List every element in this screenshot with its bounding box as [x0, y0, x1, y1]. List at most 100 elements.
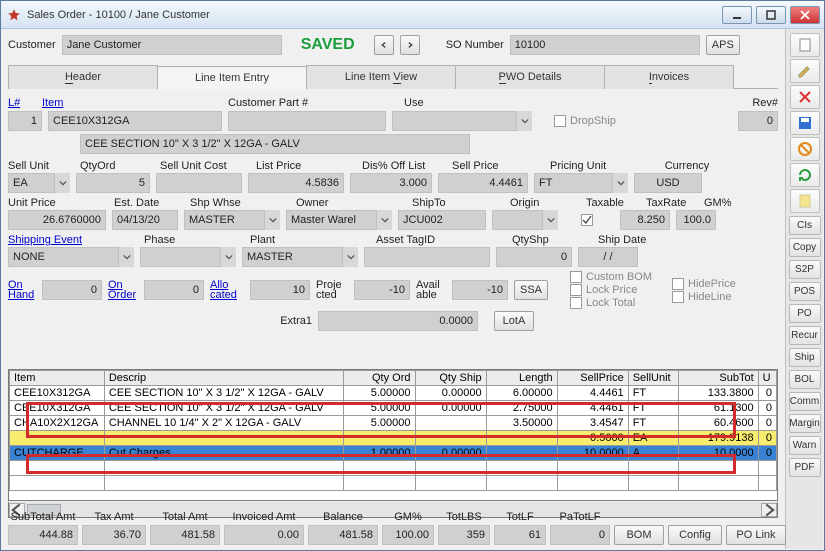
new-icon[interactable] — [790, 33, 820, 57]
side-warn[interactable]: Warn — [789, 436, 821, 455]
config-button[interactable]: Config — [668, 525, 722, 545]
tab-line-item-view[interactable]: Line Item View — [306, 65, 456, 89]
table-row[interactable]: CHA10X2X12GACHANNEL 10 1/4" X 2" X 12GA … — [10, 416, 777, 431]
plant-dd[interactable]: MASTER — [242, 247, 358, 267]
cpart-field[interactable] — [228, 111, 386, 131]
alloc-link[interactable]: Allo cated — [210, 280, 244, 300]
delete-icon[interactable] — [790, 85, 820, 109]
col-su[interactable]: SellUnit — [628, 371, 679, 386]
lnum-link[interactable]: L# — [8, 97, 20, 109]
line-items-grid[interactable]: Item Descrip Qty Ord Qty Ship Length Sel… — [8, 369, 778, 501]
side-copy[interactable]: Copy — [789, 238, 821, 257]
save-icon[interactable] — [790, 111, 820, 135]
side-comm[interactable]: Comm — [789, 392, 821, 411]
item-link[interactable]: Item — [42, 97, 63, 109]
owner-dd[interactable]: Master Warel — [286, 210, 392, 230]
col-len[interactable]: Length — [486, 371, 557, 386]
so-field[interactable]: 10100 — [510, 35, 700, 55]
table-row[interactable]: CEE10X312GACEE SECTION 10" X 3 1/2" X 12… — [10, 386, 777, 401]
locktotal-check[interactable]: Lock Total — [570, 297, 652, 309]
use-dropdown[interactable] — [392, 111, 532, 131]
phase-dd[interactable] — [140, 247, 236, 267]
curr-field[interactable]: USD — [634, 173, 702, 193]
col-u[interactable]: U — [758, 371, 776, 386]
desc-field[interactable]: CEE SECTION 10" X 3 1/2" X 12GA - GALV — [80, 134, 470, 154]
taxable-check[interactable] — [564, 214, 614, 226]
tax-label: Taxable — [586, 197, 624, 209]
origin-dd[interactable] — [492, 210, 558, 230]
qtyshp-field[interactable]: 0 — [496, 247, 572, 267]
side-cis[interactable]: CIs — [789, 216, 821, 235]
shevent-link[interactable]: Shipping Event — [8, 234, 82, 246]
punit-dd[interactable]: FT — [534, 173, 628, 193]
whse-label: Shp Whse — [190, 197, 241, 209]
col-qship[interactable]: Qty Ship — [415, 371, 486, 386]
extra-field[interactable]: 0.0000 — [318, 311, 478, 331]
shipto-field[interactable]: JCU002 — [398, 210, 486, 230]
onhand-link[interactable]: On Hand — [8, 280, 36, 300]
so-label: SO Number — [446, 39, 504, 51]
shevent-dd[interactable]: NONE — [8, 247, 134, 267]
customer-field[interactable]: Jane Customer — [62, 35, 282, 55]
dropship-check[interactable]: DropShip — [554, 115, 616, 127]
whse-dd[interactable]: MASTER — [184, 210, 280, 230]
item-field[interactable]: CEE10X312GA — [48, 111, 222, 131]
gm-label: GM% — [704, 197, 732, 209]
table-row[interactable]: CEE10X312GACEE SECTION 10" X 3 1/2" X 12… — [10, 401, 777, 416]
tab-header[interactable]: Header — [8, 65, 158, 89]
col-desc[interactable]: Descrip — [104, 371, 344, 386]
shipdate-field[interactable]: / / — [578, 247, 638, 267]
asset-field[interactable] — [364, 247, 490, 267]
polink-button[interactable]: PO Link — [726, 525, 786, 545]
onorder-link[interactable]: On Order — [108, 280, 138, 300]
gm-field[interactable]: 100.0 — [676, 210, 716, 230]
edit-icon[interactable] — [790, 59, 820, 83]
note-icon[interactable] — [790, 189, 820, 213]
lnum-field[interactable]: 1 — [8, 111, 42, 131]
col-sp[interactable]: SellPrice — [557, 371, 628, 386]
sellprice-field[interactable]: 4.4461 — [438, 173, 528, 193]
table-row[interactable]: CUTCHARGECut Charges1.000000.0000010.000… — [10, 446, 777, 461]
qtyord-field[interactable]: 5 — [76, 173, 150, 193]
aps-button[interactable]: APS — [706, 35, 740, 55]
custombom-check[interactable]: Custom BOM — [570, 271, 652, 283]
rate-field[interactable]: 8.250 — [620, 210, 670, 230]
tab-pwo-details[interactable]: PWO Details — [455, 65, 605, 89]
ssa-button[interactable]: SSA — [514, 280, 548, 300]
close-button[interactable] — [790, 6, 820, 24]
tot-val: 481.58 — [150, 525, 220, 545]
cancel-icon[interactable] — [790, 137, 820, 161]
edate-field[interactable]: 04/13/20 — [112, 210, 178, 230]
minimize-button[interactable] — [722, 6, 752, 24]
tab-invoices[interactable]: Invoices — [604, 65, 734, 89]
table-row[interactable]: 0.5000EA179.91380 — [10, 431, 777, 446]
side-margin[interactable]: Margin — [789, 414, 821, 433]
lockprice-check[interactable]: Lock Price — [570, 284, 652, 296]
col-qord[interactable]: Qty Ord — [344, 371, 415, 386]
disc-field[interactable]: 3.000 — [350, 173, 432, 193]
side-ship[interactable]: Ship — [789, 348, 821, 367]
col-sub[interactable]: SubTot — [679, 371, 758, 386]
side-po[interactable]: PO — [789, 304, 821, 323]
tab-line-item-entry[interactable]: Line Item Entry — [157, 66, 307, 90]
bom-button[interactable]: BOM — [614, 525, 664, 545]
side-bol[interactable]: BOL — [789, 370, 821, 389]
uprice-field[interactable]: 26.6760000 — [8, 210, 106, 230]
list-field[interactable]: 4.5836 — [248, 173, 344, 193]
rev-field[interactable]: 0 — [738, 111, 778, 131]
sellunit-dd[interactable]: EA — [8, 173, 70, 193]
col-item[interactable]: Item — [10, 371, 105, 386]
side-pos[interactable]: POS — [789, 282, 821, 301]
prev-button[interactable] — [374, 35, 394, 55]
suc-field[interactable] — [156, 173, 242, 193]
hideline-check[interactable]: HideLine — [672, 291, 736, 303]
hideprice-check[interactable]: HidePrice — [672, 278, 736, 290]
maximize-button[interactable] — [756, 6, 786, 24]
side-recur[interactable]: Recur — [789, 326, 821, 345]
side-s2p[interactable]: S2P — [789, 260, 821, 279]
lota-button[interactable]: LotA — [494, 311, 534, 331]
refresh-icon[interactable] — [790, 163, 820, 187]
side-pdf[interactable]: PDF — [789, 458, 821, 477]
avail-label: Avail able — [416, 280, 446, 300]
next-button[interactable] — [400, 35, 420, 55]
